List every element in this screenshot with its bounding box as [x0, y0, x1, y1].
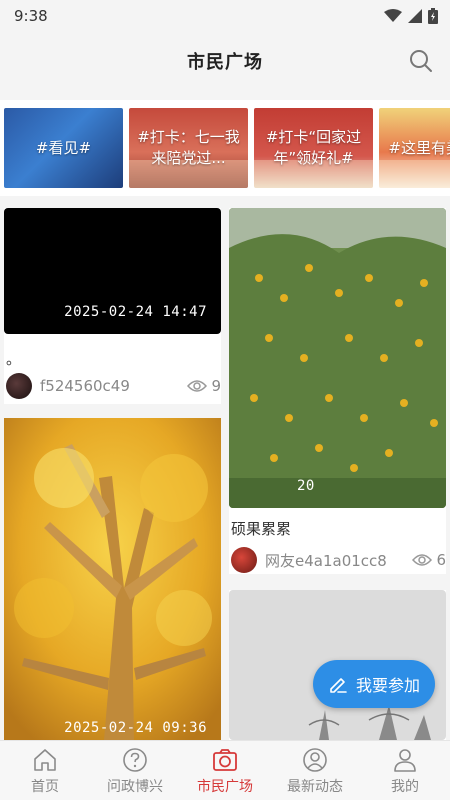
- view-count-value: 9: [211, 377, 221, 395]
- topic-label: #打卡“回家过年”领好礼#: [265, 128, 362, 167]
- topic-label: #这里有美食#: [388, 138, 450, 157]
- news-icon: [303, 747, 327, 772]
- topic-label: #看见#: [35, 138, 92, 157]
- topic-card[interactable]: #打卡“回家过年”领好礼#: [254, 108, 373, 188]
- post-author[interactable]: f524560c49: [40, 377, 187, 395]
- topic-card[interactable]: #看见#: [4, 108, 123, 188]
- topic-carousel[interactable]: #看见# #打卡：七一我来陪党过... #打卡“回家过年”领好礼# #这里有美食…: [0, 100, 450, 196]
- eye-icon: [412, 554, 433, 566]
- post-time: 2025-02-24 14:47: [64, 304, 207, 320]
- post-meta: 网友e4a1a01cc8 6: [229, 546, 446, 574]
- topic-label: #打卡：七一我来陪党过...: [137, 128, 240, 167]
- topic-card[interactable]: #打卡：七一我来陪党过...: [129, 108, 248, 188]
- view-count: 9: [187, 377, 221, 395]
- tab-news[interactable]: 最新动态: [270, 746, 360, 796]
- tab-label: 问政博兴: [107, 778, 163, 795]
- post-meta: f524560c49 9: [4, 372, 221, 400]
- join-button[interactable]: 我要参加: [313, 660, 435, 708]
- post-time: 20: [297, 478, 315, 494]
- post-title: 硕果累累: [231, 520, 292, 538]
- edit-icon: [330, 678, 347, 693]
- avatar[interactable]: [231, 547, 257, 573]
- status-bar: 9:38: [0, 0, 450, 32]
- tab-home[interactable]: 首页: [0, 746, 90, 796]
- join-button-label: 我要参加: [355, 676, 420, 695]
- tab-label: 最新动态: [287, 778, 343, 795]
- topic-decoration: [379, 160, 450, 188]
- tab-inquiry[interactable]: 问政博兴: [90, 746, 180, 796]
- tab-label: 市民广场: [197, 778, 253, 795]
- page-title: 市民广场: [187, 52, 263, 73]
- status-icons: [384, 8, 438, 24]
- question-icon: [123, 747, 147, 772]
- battery-icon: [428, 8, 438, 24]
- camera-icon: [213, 748, 237, 771]
- tab-citizen-square[interactable]: 市民广场: [180, 746, 270, 796]
- bottom-tab-bar: 首页 问政博兴 市民广场 最新动态 我的: [0, 740, 450, 800]
- wifi-icon: [384, 9, 402, 22]
- post-image[interactable]: [4, 418, 221, 740]
- topic-card[interactable]: #这里有美食#: [379, 108, 450, 188]
- home-icon: [34, 748, 56, 771]
- tab-label: 我的: [391, 778, 419, 795]
- status-time: 9:38: [14, 7, 48, 25]
- view-count: 6: [412, 551, 446, 569]
- post-title: 。: [6, 350, 22, 368]
- tab-label: 首页: [31, 778, 59, 795]
- user-icon: [394, 748, 416, 772]
- avatar[interactable]: [6, 373, 32, 399]
- post-time: 2025-02-24 09:36: [64, 720, 207, 736]
- eye-icon: [187, 380, 208, 392]
- post-card[interactable]: 2025-02-24 09:36: [4, 418, 221, 740]
- post-card[interactable]: 2025-02-24 14:47 。 f524560c49 9: [4, 208, 221, 404]
- post-feed[interactable]: 2025-02-24 14:47 。 f524560c49 9 2025-02-…: [0, 204, 450, 740]
- post-card[interactable]: 20 硕果累累 网友e4a1a01cc8 6: [229, 208, 446, 574]
- tab-profile[interactable]: 我的: [360, 746, 450, 796]
- signal-icon: [408, 9, 422, 23]
- post-author[interactable]: 网友e4a1a01cc8: [265, 550, 412, 571]
- app-header: 市民广场: [0, 32, 450, 90]
- view-count-value: 6: [436, 551, 446, 569]
- search-icon[interactable]: [408, 48, 434, 74]
- post-image[interactable]: [229, 208, 446, 508]
